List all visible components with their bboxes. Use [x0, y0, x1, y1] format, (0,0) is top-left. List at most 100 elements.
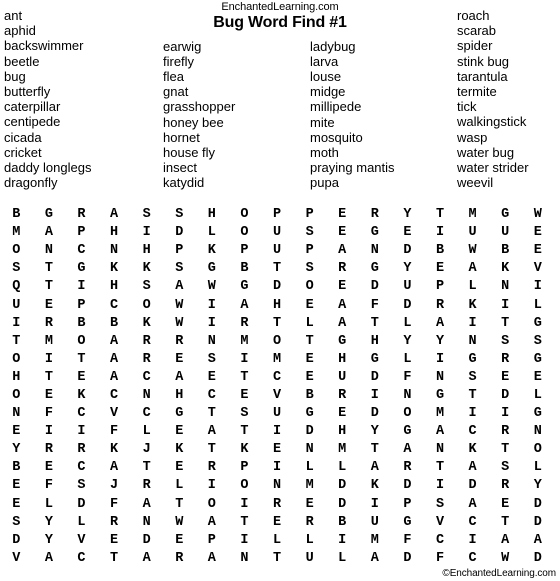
grid-cell[interactable]: C: [130, 405, 163, 423]
grid-cell[interactable]: R: [326, 387, 359, 405]
grid-cell[interactable]: C: [456, 514, 489, 532]
grid-cell[interactable]: F: [391, 532, 424, 550]
grid-cell[interactable]: T: [261, 315, 294, 333]
grid-cell[interactable]: S: [130, 278, 163, 296]
grid-cell[interactable]: A: [456, 459, 489, 477]
grid-cell[interactable]: E: [98, 532, 131, 550]
grid-cell[interactable]: I: [326, 532, 359, 550]
grid-cell[interactable]: V: [261, 387, 294, 405]
grid-cell[interactable]: N: [98, 242, 131, 260]
grid-cell[interactable]: G: [456, 351, 489, 369]
grid-cell[interactable]: D: [391, 477, 424, 495]
grid-cell[interactable]: A: [130, 550, 163, 568]
grid-cell[interactable]: R: [98, 514, 131, 532]
grid-cell[interactable]: S: [489, 333, 522, 351]
grid-cell[interactable]: K: [98, 260, 131, 278]
grid-cell[interactable]: C: [65, 459, 98, 477]
grid-cell[interactable]: T: [424, 459, 457, 477]
grid-cell[interactable]: S: [196, 351, 229, 369]
grid-cell[interactable]: T: [228, 369, 261, 387]
grid-cell[interactable]: O: [130, 297, 163, 315]
grid-cell[interactable]: T: [424, 206, 457, 224]
grid-cell[interactable]: A: [98, 459, 131, 477]
grid-cell[interactable]: U: [0, 297, 33, 315]
grid-cell[interactable]: L: [391, 351, 424, 369]
grid-cell[interactable]: L: [163, 477, 196, 495]
grid-cell[interactable]: T: [359, 315, 392, 333]
grid-cell[interactable]: D: [522, 550, 555, 568]
grid-cell[interactable]: S: [424, 496, 457, 514]
grid-cell[interactable]: E: [293, 351, 326, 369]
grid-cell[interactable]: G: [424, 387, 457, 405]
grid-cell[interactable]: N: [424, 441, 457, 459]
grid-cell[interactable]: A: [391, 441, 424, 459]
grid-cell[interactable]: H: [261, 297, 294, 315]
grid-cell[interactable]: P: [65, 297, 98, 315]
grid-cell[interactable]: P: [293, 206, 326, 224]
grid-cell[interactable]: T: [261, 260, 294, 278]
grid-cell[interactable]: G: [359, 351, 392, 369]
grid-cell[interactable]: I: [359, 387, 392, 405]
grid-cell[interactable]: M: [0, 224, 33, 242]
grid-cell[interactable]: C: [456, 550, 489, 568]
grid-cell[interactable]: B: [326, 514, 359, 532]
grid-cell[interactable]: I: [456, 532, 489, 550]
grid-cell[interactable]: T: [33, 260, 66, 278]
grid-cell[interactable]: R: [65, 206, 98, 224]
grid-cell[interactable]: N: [489, 278, 522, 296]
grid-cell[interactable]: E: [293, 369, 326, 387]
grid-cell[interactable]: M: [456, 206, 489, 224]
grid-cell[interactable]: H: [0, 369, 33, 387]
grid-cell[interactable]: E: [196, 369, 229, 387]
grid-cell[interactable]: R: [130, 333, 163, 351]
grid-cell[interactable]: E: [489, 496, 522, 514]
grid-cell[interactable]: A: [130, 496, 163, 514]
grid-cell[interactable]: N: [130, 514, 163, 532]
grid-cell[interactable]: T: [293, 333, 326, 351]
grid-cell[interactable]: Y: [522, 477, 555, 495]
grid-cell[interactable]: F: [359, 297, 392, 315]
grid-cell[interactable]: T: [0, 333, 33, 351]
grid-cell[interactable]: I: [261, 459, 294, 477]
grid-cell[interactable]: R: [293, 514, 326, 532]
grid-cell[interactable]: K: [130, 315, 163, 333]
grid-cell[interactable]: E: [33, 459, 66, 477]
grid-cell[interactable]: O: [293, 278, 326, 296]
grid-cell[interactable]: P: [293, 242, 326, 260]
grid-cell[interactable]: P: [65, 224, 98, 242]
grid-cell[interactable]: T: [130, 459, 163, 477]
grid-cell[interactable]: K: [228, 441, 261, 459]
grid-cell[interactable]: I: [456, 315, 489, 333]
grid-cell[interactable]: G: [522, 405, 555, 423]
grid-cell[interactable]: S: [130, 206, 163, 224]
grid-cell[interactable]: K: [98, 441, 131, 459]
grid-cell[interactable]: L: [326, 459, 359, 477]
grid-cell[interactable]: M: [261, 351, 294, 369]
grid-cell[interactable]: R: [196, 459, 229, 477]
grid-cell[interactable]: R: [228, 315, 261, 333]
grid-cell[interactable]: I: [424, 351, 457, 369]
grid-cell[interactable]: A: [196, 423, 229, 441]
grid-cell[interactable]: S: [163, 206, 196, 224]
grid-cell[interactable]: N: [359, 242, 392, 260]
grid-cell[interactable]: U: [326, 369, 359, 387]
grid-cell[interactable]: U: [261, 242, 294, 260]
grid-cell[interactable]: A: [196, 514, 229, 532]
grid-cell[interactable]: S: [293, 224, 326, 242]
grid-cell[interactable]: N: [293, 441, 326, 459]
grid-cell[interactable]: B: [0, 206, 33, 224]
grid-cell[interactable]: T: [33, 278, 66, 296]
grid-cell[interactable]: I: [489, 405, 522, 423]
grid-cell[interactable]: V: [424, 514, 457, 532]
grid-cell[interactable]: G: [65, 260, 98, 278]
grid-cell[interactable]: B: [65, 315, 98, 333]
grid-cell[interactable]: M: [359, 532, 392, 550]
grid-cell[interactable]: A: [98, 369, 131, 387]
grid-cell[interactable]: L: [456, 278, 489, 296]
grid-cell[interactable]: N: [261, 477, 294, 495]
grid-cell[interactable]: I: [65, 278, 98, 296]
grid-cell[interactable]: A: [424, 423, 457, 441]
grid-cell[interactable]: F: [391, 369, 424, 387]
grid-cell[interactable]: B: [98, 315, 131, 333]
grid-cell[interactable]: N: [424, 369, 457, 387]
